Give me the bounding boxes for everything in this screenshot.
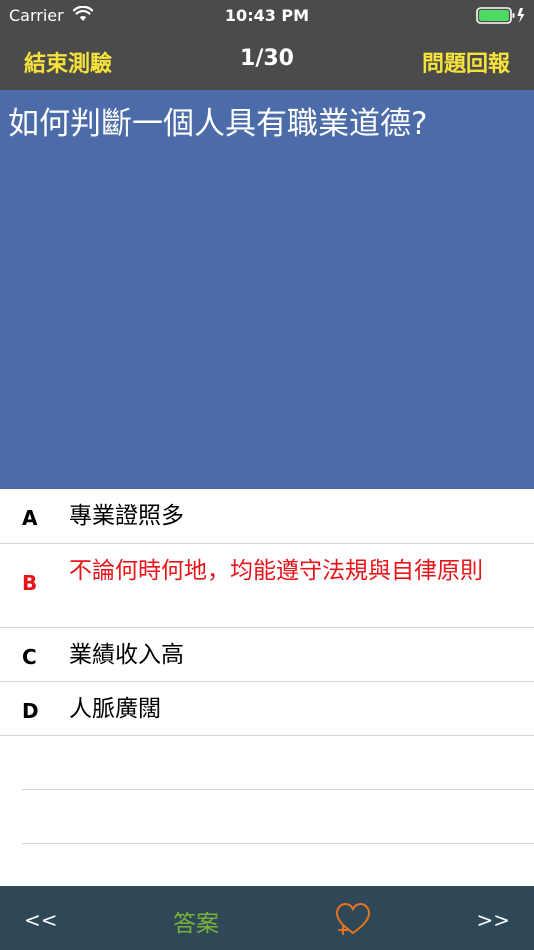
option-b[interactable]: B 不論何時何地，均能遵守法規與自律原則 (0, 544, 534, 628)
next-question-button[interactable]: >> (476, 908, 510, 932)
status-bar: Carrier 10:43 PM (0, 0, 534, 30)
option-text: 人脈廣闊 (69, 696, 161, 722)
nav-bar: 結束測驗 1/30 問題回報 (0, 30, 534, 90)
options-list: A 專業證照多 B 不論何時何地，均能遵守法規與自律原則 C 業績收入高 D 人… (0, 489, 534, 844)
option-letter: C (22, 645, 37, 669)
battery-icon (476, 7, 525, 24)
option-letter: A (22, 506, 38, 530)
status-time: 10:43 PM (224, 6, 310, 25)
option-text: 業績收入高 (69, 642, 184, 668)
option-d[interactable]: D 人脈廣闊 (0, 682, 534, 736)
previous-question-button[interactable]: << (24, 908, 58, 932)
empty-row (22, 736, 534, 790)
option-text: 不論何時何地，均能遵守法規與自律原則 (69, 558, 483, 584)
option-a[interactable]: A 專業證照多 (0, 489, 534, 544)
option-c[interactable]: C 業績收入高 (0, 628, 534, 682)
show-answer-button[interactable]: 答案 (173, 904, 219, 938)
option-letter: B (22, 571, 38, 595)
heart-plus-icon[interactable] (335, 902, 371, 936)
empty-row (22, 790, 534, 844)
report-problem-button[interactable]: 問題回報 (422, 46, 510, 78)
bottom-toolbar: << 答案 >> (0, 886, 534, 950)
option-text: 專業證照多 (69, 503, 184, 529)
option-letter: D (22, 699, 39, 723)
question-panel: 如何判斷一個人具有職業道德? (0, 90, 534, 489)
question-text: 如何判斷一個人具有職業道德? (8, 106, 428, 142)
